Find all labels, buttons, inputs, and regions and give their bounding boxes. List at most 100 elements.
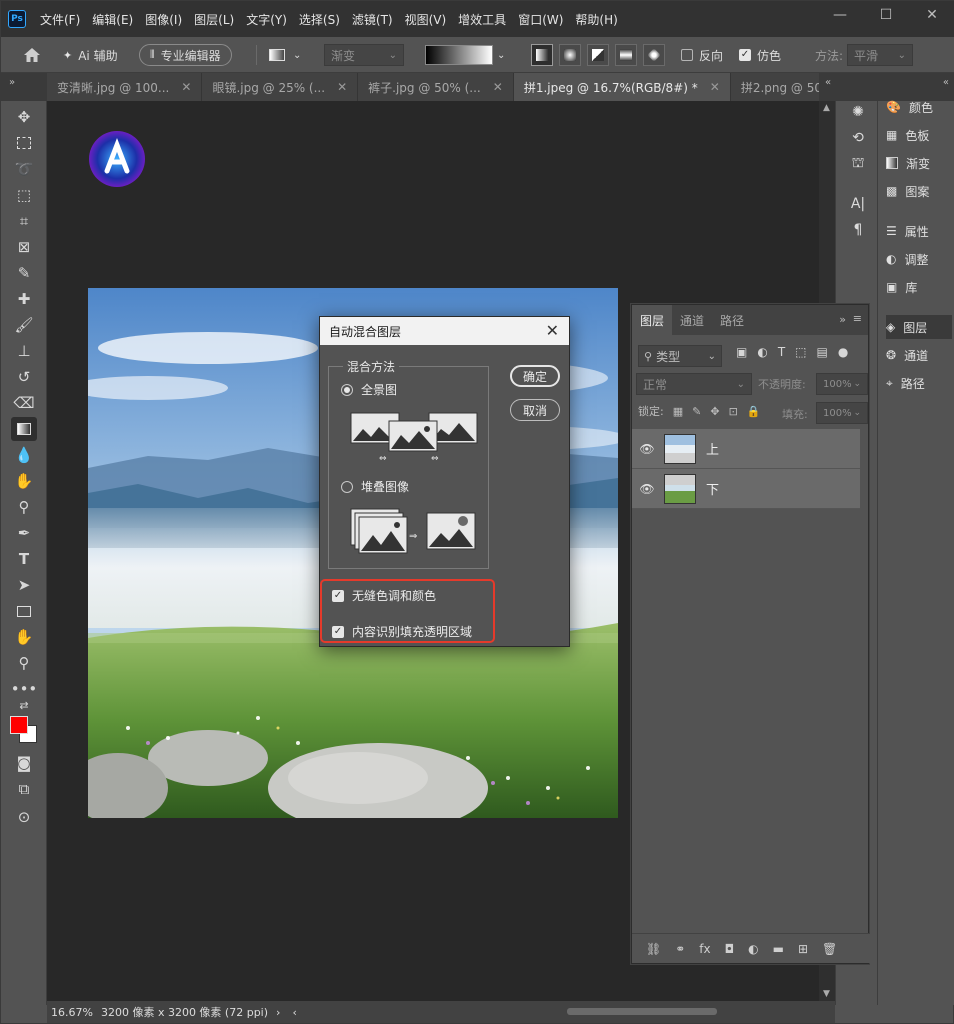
menu-file[interactable]: 文件(F) bbox=[34, 11, 86, 28]
type-filter-icon[interactable]: T bbox=[778, 345, 785, 359]
mask-icon[interactable]: ◘ bbox=[725, 942, 735, 956]
burn-tool[interactable]: ⚲ bbox=[11, 495, 37, 519]
folder-icon[interactable]: ▬ bbox=[773, 942, 784, 956]
gradients-panel-link[interactable]: 渐变 bbox=[886, 151, 952, 175]
lock-all-icon[interactable]: 🔒 bbox=[747, 405, 761, 418]
link-layers-icon[interactable]: ⛓ bbox=[646, 942, 661, 956]
trash-icon[interactable]: 🗑 bbox=[822, 942, 837, 956]
quick-mask-button[interactable]: ◙ bbox=[11, 751, 37, 775]
adjustments-panel-link[interactable]: ◐ 调整 bbox=[886, 247, 952, 271]
panel-collapse-left[interactable]: » bbox=[1, 73, 47, 101]
object-select-tool[interactable]: ⬚ bbox=[11, 183, 37, 207]
dither-option[interactable]: ✓ 仿色 bbox=[739, 44, 781, 66]
doc-tab[interactable]: 眼镜.jpg @ 25% (... ✕ bbox=[202, 73, 359, 101]
character-button[interactable]: A| bbox=[847, 193, 869, 215]
layer-name[interactable]: 上 bbox=[706, 439, 719, 458]
gradient-type-select[interactable]: 渐变 ⌄ bbox=[324, 44, 404, 66]
tab-layers[interactable]: 图层 bbox=[632, 305, 673, 335]
gradient-editor-swatch[interactable]: ⌄ bbox=[425, 44, 509, 66]
hand-tool[interactable]: ✋ bbox=[11, 625, 37, 649]
link-icon[interactable]: ⚭ bbox=[675, 942, 685, 956]
dither-checkbox[interactable]: ✓ bbox=[739, 49, 751, 61]
linear-gradient-button[interactable] bbox=[531, 44, 553, 66]
doc-tab[interactable]: 变清晰.jpg @ 100... ✕ bbox=[47, 73, 203, 101]
adjustment-layer-icon[interactable]: ◐ bbox=[748, 942, 758, 956]
healing-brush-tool[interactable]: ✚ bbox=[11, 287, 37, 311]
eyedropper-tool[interactable]: ✎ bbox=[11, 261, 37, 285]
marquee-tool[interactable] bbox=[11, 131, 37, 155]
filter-toggle-icon[interactable]: ● bbox=[838, 345, 848, 359]
visibility-eye-icon[interactable]: 👁 bbox=[632, 482, 662, 496]
crop-tool[interactable]: ⌗ bbox=[11, 209, 37, 233]
panel-menu-icon[interactable]: ≡ bbox=[853, 312, 862, 325]
menu-view[interactable]: 视图(V) bbox=[399, 11, 453, 28]
brush-settings-button[interactable]: ✺ bbox=[847, 101, 869, 123]
doc-tab-active[interactable]: 拼1.jpeg @ 16.7%(RGB/8#) * ✕ bbox=[513, 73, 731, 101]
layers-panel-link[interactable]: ◈ 图层 bbox=[886, 315, 952, 339]
opacity-input[interactable]: 100% ⌄ bbox=[816, 373, 868, 395]
menu-plugins[interactable]: 增效工具 bbox=[452, 11, 512, 28]
lock-artboard-icon[interactable]: ⊡ bbox=[729, 405, 738, 418]
paragraph-button[interactable]: ¶ bbox=[847, 219, 869, 241]
panorama-option[interactable]: 全景图 bbox=[341, 381, 397, 398]
zoom-tool[interactable]: ⚲ bbox=[11, 651, 37, 675]
minimize-button[interactable]: — bbox=[817, 1, 863, 29]
close-icon[interactable]: ✕ bbox=[546, 321, 559, 340]
adjustment-filter-icon[interactable]: ◐ bbox=[757, 345, 767, 359]
layer-row[interactable]: 👁 下 bbox=[632, 469, 860, 509]
history-button[interactable]: ⟲ bbox=[847, 127, 869, 149]
channels-panel-link[interactable]: ❂ 通道 bbox=[886, 343, 952, 367]
blend-mode-select[interactable]: 正常 ⌄ bbox=[636, 373, 752, 395]
home-button[interactable] bbox=[23, 44, 41, 66]
pen-tool[interactable]: ✒ bbox=[11, 521, 37, 545]
menu-edit[interactable]: 编辑(E) bbox=[86, 11, 139, 28]
angle-gradient-button[interactable] bbox=[587, 44, 609, 66]
path-select-tool[interactable]: ➤ bbox=[11, 573, 37, 597]
libraries-panel-link[interactable]: ▣ 库 bbox=[886, 275, 952, 299]
rectangle-tool[interactable] bbox=[11, 599, 37, 623]
history-brush-tool[interactable]: ↺ bbox=[11, 365, 37, 389]
brush-tool[interactable]: 🖌 bbox=[11, 313, 37, 337]
reflected-gradient-button[interactable] bbox=[615, 44, 637, 66]
chevron-right-icon[interactable]: › bbox=[276, 1006, 280, 1019]
type-tool[interactable]: T bbox=[11, 547, 37, 571]
method-select[interactable]: 平滑 ⌄ bbox=[847, 44, 913, 66]
zoom-level[interactable]: 16.67% bbox=[51, 1006, 93, 1019]
close-icon[interactable]: ✕ bbox=[710, 80, 720, 94]
chevron-left-icon[interactable]: ‹ bbox=[292, 1006, 296, 1019]
menu-layer[interactable]: 图层(L) bbox=[188, 11, 240, 28]
menu-window[interactable]: 窗口(W) bbox=[512, 11, 569, 28]
layer-row[interactable]: 👁 上 bbox=[632, 429, 860, 469]
collapse-icon[interactable]: » bbox=[839, 313, 846, 326]
gradient-tool[interactable] bbox=[11, 417, 37, 441]
screen-mode-button[interactable]: ⧉ bbox=[11, 777, 37, 801]
horizontal-scrollbar[interactable] bbox=[567, 1008, 717, 1015]
pro-editor-button[interactable]: ⫴ 专业编辑器 bbox=[139, 44, 232, 66]
extras-button[interactable]: ⊙ bbox=[11, 805, 37, 829]
lock-image-icon[interactable]: ✎ bbox=[692, 405, 701, 418]
menu-help[interactable]: 帮助(H) bbox=[569, 11, 623, 28]
close-icon[interactable]: ✕ bbox=[181, 80, 191, 94]
reverse-checkbox[interactable] bbox=[681, 49, 693, 61]
new-layer-icon[interactable]: ⊞ bbox=[798, 942, 808, 956]
layer-name[interactable]: 下 bbox=[706, 479, 719, 498]
foreground-color-swatch[interactable] bbox=[10, 716, 28, 734]
swap-colors[interactable]: ⇄ bbox=[11, 697, 37, 713]
fill-input[interactable]: 100% ⌄ bbox=[816, 402, 868, 424]
layer-filter-select[interactable]: ⚲ 类型 ⌄ bbox=[638, 345, 722, 367]
diamond-gradient-button[interactable] bbox=[643, 44, 665, 66]
blur-tool[interactable]: 💧 bbox=[11, 443, 37, 467]
panorama-radio[interactable] bbox=[341, 383, 353, 396]
tab-channels[interactable]: 通道 bbox=[672, 305, 712, 335]
image-filter-icon[interactable]: ▣ bbox=[736, 345, 747, 359]
scroll-up-icon[interactable]: ▲ bbox=[823, 103, 830, 113]
lock-transparency-icon[interactable]: ▦ bbox=[673, 405, 683, 418]
radial-gradient-button[interactable] bbox=[559, 44, 581, 66]
smart-object-filter-icon[interactable]: ▤ bbox=[817, 345, 828, 359]
double-chevron-icon[interactable]: « bbox=[943, 77, 949, 88]
menu-filter[interactable]: 滤镜(T) bbox=[346, 11, 399, 28]
reverse-option[interactable]: 反向 bbox=[681, 44, 723, 66]
close-window-button[interactable]: ✕ bbox=[909, 1, 954, 29]
scroll-down-icon[interactable]: ▼ bbox=[823, 989, 830, 999]
stack-option[interactable]: 堆叠图像 bbox=[341, 478, 409, 495]
